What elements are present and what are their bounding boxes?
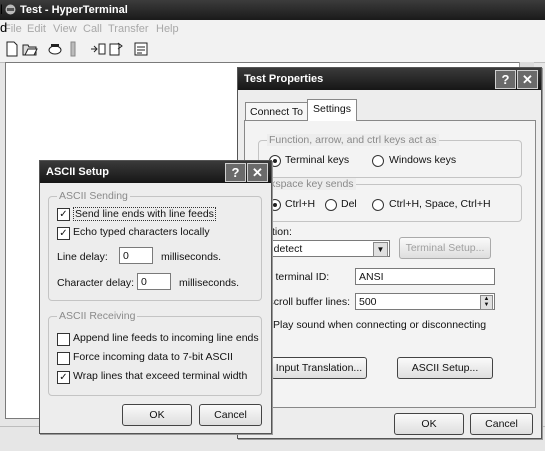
echo-typed-checkbox[interactable]: ✓ <box>57 227 70 240</box>
menu-transfer[interactable]: Transfer <box>108 23 149 35</box>
telnet-id-value: ANSI <box>359 271 384 283</box>
toolbar <box>0 38 545 63</box>
ascii-help-button[interactable]: ? <box>225 163 246 182</box>
ascii-sending-label: ASCII Sending <box>57 190 130 202</box>
backspace-group: ackspace key sends Ctrl+H Del Ctrl+H, Sp… <box>257 178 522 222</box>
play-sound-label: Play sound when connecting or disconnect… <box>273 319 487 331</box>
connect-icon[interactable] <box>47 41 63 57</box>
force-7bit-checkbox[interactable] <box>57 352 70 365</box>
send-line-ends-label: Send line ends with line feeds <box>73 207 216 221</box>
del-label: Del <box>341 198 357 210</box>
backscroll-value: 500 <box>359 296 377 308</box>
disconnect-icon[interactable] <box>65 41 81 57</box>
ascii-sending-group: ASCII Sending ✓ Send line ends with line… <box>48 190 262 301</box>
function-keys-group: Function, arrow, and ctrl keys act as Te… <box>258 134 522 178</box>
help-button[interactable]: ? <box>495 70 516 89</box>
send-icon[interactable] <box>90 41 106 57</box>
main-title-bar[interactable]: Test - HyperTerminal <box>0 0 545 20</box>
ascii-receiving-group: ASCII Receiving Append line feeds to inc… <box>48 310 262 396</box>
function-keys-group-label: Function, arrow, and ctrl keys act as <box>267 134 439 146</box>
ascii-setup-button[interactable]: ASCII Setup... <box>397 357 493 379</box>
ascii-receiving-label: ASCII Receiving <box>57 310 138 322</box>
properties-title-bar[interactable]: Test Properties ? ✕ <box>238 68 541 90</box>
properties-icon[interactable] <box>133 41 149 57</box>
ctrl-h-label: Ctrl+H <box>285 198 316 210</box>
terminal-keys-label: Terminal keys <box>285 154 350 166</box>
line-delay-input[interactable]: 0 <box>119 247 153 264</box>
tab-connect-to[interactable]: Connect To <box>245 102 308 120</box>
properties-ok-button[interactable]: OK <box>394 413 464 435</box>
ascii-title-bar[interactable]: ASCII Setup ? ✕ <box>40 161 271 183</box>
close-button[interactable]: ✕ <box>517 70 538 89</box>
spin-arrows-icon[interactable]: ▲ ▼ <box>480 295 493 310</box>
char-delay-value: 0 <box>141 276 147 288</box>
emulation-select[interactable]: to detect ▼ <box>258 240 390 257</box>
char-delay-input[interactable]: 0 <box>137 273 171 290</box>
wrap-lines-label: Wrap lines that exceed terminal width <box>73 370 248 382</box>
properties-cancel-button[interactable]: Cancel <box>470 413 533 435</box>
edge-text-top: l <box>0 2 3 17</box>
send-line-ends-checkbox[interactable]: ✓ <box>57 208 70 221</box>
tab-settings[interactable]: Settings <box>307 99 357 121</box>
phone-icon <box>5 4 16 15</box>
char-delay-label: Character delay: <box>57 277 135 289</box>
menu-call[interactable]: Call <box>83 23 102 35</box>
input-translation-button[interactable]: Input Translation... <box>271 357 367 379</box>
chevron-down-icon[interactable]: ▼ <box>373 242 388 257</box>
append-line-feeds-checkbox[interactable] <box>57 333 70 346</box>
menu-edit[interactable]: Edit <box>27 23 46 35</box>
char-delay-units: milliseconds. <box>179 277 240 289</box>
ascii-ok-button[interactable]: OK <box>122 404 192 426</box>
properties-title: Test Properties <box>244 73 324 85</box>
ascii-setup-dialog: ASCII Setup ? ✕ ASCII Sending ✓ Send lin… <box>39 160 272 434</box>
del-radio[interactable] <box>325 199 337 211</box>
wrap-lines-checkbox[interactable]: ✓ <box>57 371 70 384</box>
ctrl-h-space-label: Ctrl+H, Space, Ctrl+H <box>389 198 491 210</box>
open-icon[interactable] <box>22 41 38 57</box>
line-delay-units: milliseconds. <box>161 251 222 263</box>
edge-text-bottom: d <box>0 20 8 35</box>
main-title: Test - HyperTerminal <box>20 4 128 16</box>
test-properties-dialog: Test Properties ? ✕ Connect To Settings … <box>237 67 542 439</box>
new-icon[interactable] <box>4 41 20 57</box>
ascii-cancel-button[interactable]: Cancel <box>199 404 262 426</box>
line-delay-label: Line delay: <box>57 251 108 263</box>
ascii-close-button[interactable]: ✕ <box>247 163 268 182</box>
terminal-setup-button[interactable]: Terminal Setup... <box>399 237 491 259</box>
menu-view[interactable]: View <box>53 23 77 35</box>
ascii-title: ASCII Setup <box>46 166 109 178</box>
menu-bar: File Edit View Call Transfer Help <box>0 20 545 38</box>
line-delay-value: 0 <box>123 250 129 262</box>
ctrl-h-space-radio[interactable] <box>372 199 384 211</box>
echo-typed-label: Echo typed characters locally <box>73 226 210 238</box>
menu-help[interactable]: Help <box>156 23 179 35</box>
telnet-id-field[interactable]: ANSI <box>355 268 495 285</box>
windows-keys-radio[interactable] <box>372 155 384 167</box>
windows-keys-label: Windows keys <box>389 154 457 166</box>
force-7bit-label: Force incoming data to 7-bit ASCII <box>73 351 233 363</box>
append-line-feeds-label: Append line feeds to incoming line ends <box>73 332 259 344</box>
backscroll-stepper[interactable]: 500 ▲ ▼ <box>355 293 495 310</box>
receive-icon[interactable] <box>108 41 124 57</box>
